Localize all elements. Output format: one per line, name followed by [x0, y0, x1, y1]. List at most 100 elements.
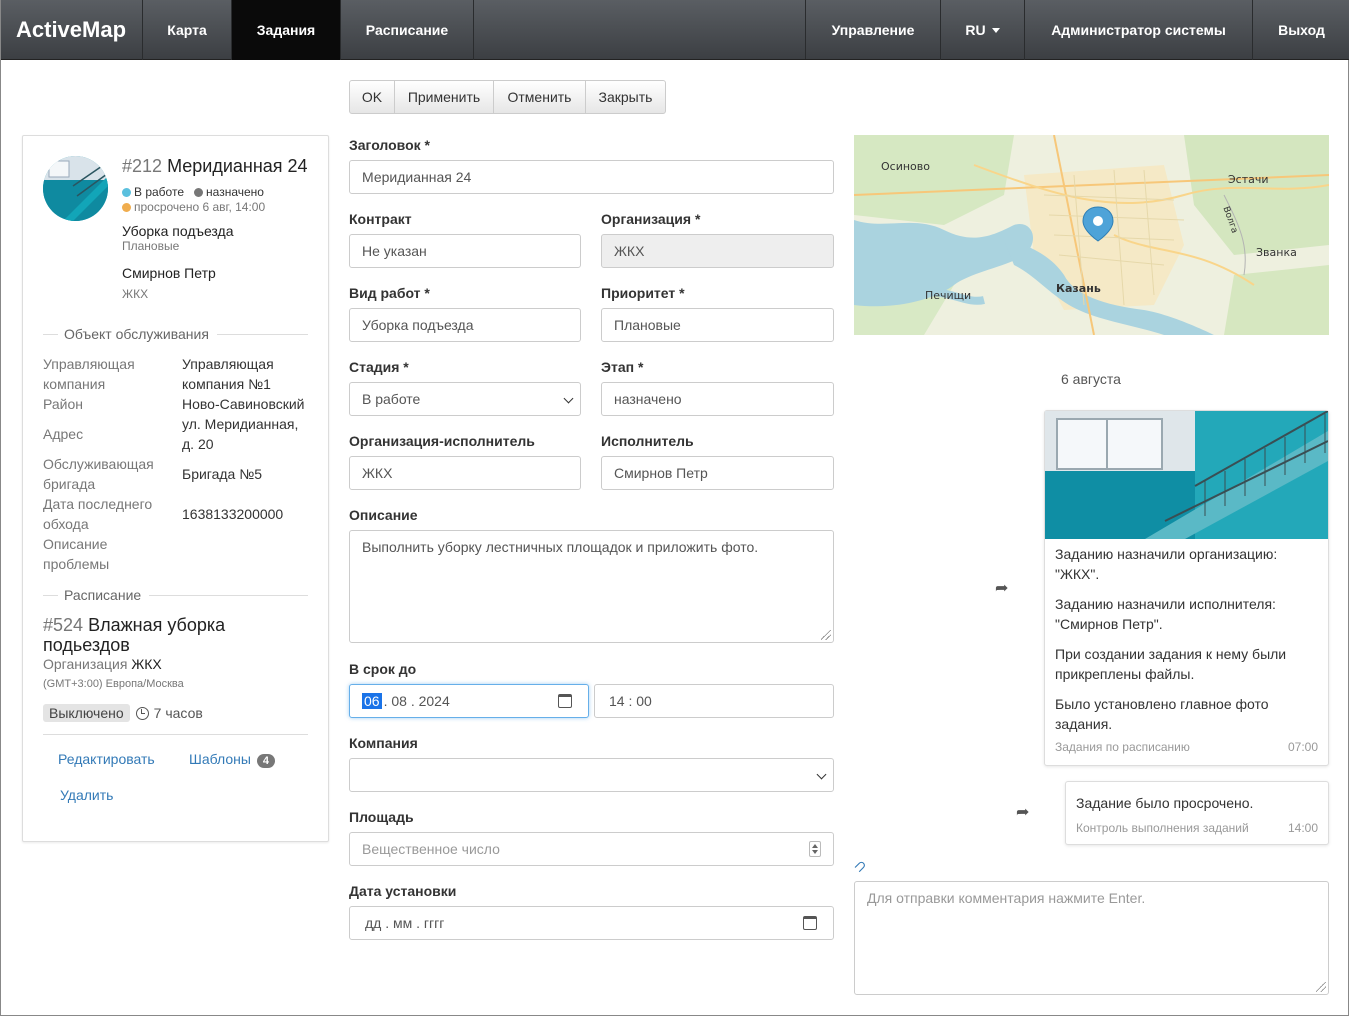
nav-admin[interactable]: Администратор системы: [1025, 0, 1253, 60]
last-visit-label: Дата последнего обхода: [43, 496, 153, 532]
message-source: Контроль выполнения заданий: [1076, 821, 1249, 835]
district-value: Ново-Савиновский: [182, 396, 305, 412]
share-icon[interactable]: ➦: [995, 578, 1008, 598]
area-input[interactable]: Вещественное число: [349, 832, 834, 866]
delete-schedule-link[interactable]: Удалить: [60, 787, 113, 803]
task-title: #212 Меридианная 24: [122, 156, 308, 177]
deadline-time-input[interactable]: 14 : 00: [594, 684, 834, 718]
stage-dot-icon: [122, 188, 131, 197]
step-label: Этап *: [601, 359, 644, 375]
problem-label: Описание проблемы: [43, 536, 110, 572]
message-line: Заданию назначили исполнителя: "Смирнов …: [1055, 596, 1276, 632]
task-location-map[interactable]: Осиново Эстачи Званка Печищи Казань Волг…: [854, 135, 1329, 335]
contract-input[interactable]: Не указан: [349, 234, 581, 268]
step-input[interactable]: назначено: [601, 382, 834, 416]
message-photo[interactable]: [1045, 411, 1328, 539]
brand-logo[interactable]: ActiveMap: [1, 0, 143, 60]
message-line: Заданию назначили организацию: "ЖКХ".: [1055, 546, 1278, 582]
schedule-title: #524 Влажная уборка подьездов: [43, 615, 303, 655]
object-section-header: Объект обслуживания: [43, 326, 308, 342]
close-button[interactable]: Закрыть: [586, 81, 665, 113]
templates-link-label: Шаблоны: [189, 751, 251, 767]
comment-textarea[interactable]: Для отправки комментария нажмите Enter.: [854, 881, 1329, 995]
timeline-message: Заданию назначили организацию: "ЖКХ". За…: [1044, 410, 1329, 766]
nav-tasks[interactable]: Задания: [232, 0, 341, 60]
chevron-down-icon: [563, 393, 574, 404]
last-visit-value: 1638133200000: [182, 506, 284, 522]
deadline-rest: . 08 . 2024: [383, 693, 450, 709]
divider: [43, 333, 58, 335]
brigade-value: Бригада №5: [182, 466, 263, 482]
description-textarea[interactable]: Выполнить уборку лестничных площадок и п…: [349, 530, 834, 643]
card-priority: Плановые: [122, 239, 180, 253]
task-photo-avatar[interactable]: [43, 156, 108, 221]
cancel-button[interactable]: Отменить: [494, 81, 586, 113]
worktype-label: Вид работ *: [349, 285, 430, 301]
task-title-text: Меридианная 24: [167, 156, 308, 176]
overdue-dot-icon: [122, 203, 131, 212]
stage-select-value: В работе: [362, 391, 421, 407]
install-date-input[interactable]: дд . мм . гггг: [349, 906, 834, 940]
ok-button[interactable]: OK: [350, 81, 395, 113]
nav-logout[interactable]: Выход: [1253, 0, 1349, 60]
priority-input[interactable]: Плановые: [601, 308, 834, 342]
nav-language[interactable]: RU: [941, 0, 1025, 60]
map-label-estachi: Эстачи: [1228, 173, 1269, 186]
install-date-label: Дата установки: [349, 883, 457, 899]
nav-map[interactable]: Карта: [143, 0, 232, 60]
card-executor: Смирнов Петр: [122, 265, 216, 281]
share-icon[interactable]: ➦: [1016, 802, 1029, 822]
resize-handle-icon[interactable]: [821, 630, 831, 640]
nav-management[interactable]: Управление: [806, 0, 941, 60]
task-summary-card: #212 Меридианная 24 В работе назначено п…: [22, 135, 329, 842]
stage-select[interactable]: В работе: [349, 382, 581, 416]
organization-label: Организация *: [601, 211, 701, 227]
step-text: назначено: [206, 185, 264, 199]
divider: [216, 333, 308, 335]
resize-handle-icon[interactable]: [1316, 982, 1326, 992]
divider: [43, 594, 58, 596]
schedule-section-header: Расписание: [43, 587, 308, 603]
deadline-label: В срок до: [349, 661, 417, 677]
edit-schedule-link[interactable]: Редактировать: [58, 751, 155, 767]
calendar-icon[interactable]: [558, 694, 572, 708]
divider: [149, 594, 308, 596]
schedule-state-badge: Выключено: [43, 704, 130, 722]
exec-org-input[interactable]: ЖКХ: [349, 456, 581, 490]
address-label: Адрес: [43, 426, 84, 442]
stage-text: В работе: [134, 185, 185, 199]
message-line: Было установлено главное фото задания.: [1055, 696, 1269, 732]
map-label-zvanka: Званка: [1256, 246, 1297, 259]
top-navbar: ActiveMap Карта Задания Расписание Управ…: [1, 0, 1349, 60]
timeline-date-header: 6 августа: [1061, 371, 1121, 387]
map-label-osinovo: Осиново: [881, 160, 930, 173]
object-section-title: Объект обслуживания: [64, 326, 209, 342]
executor-input[interactable]: Смирнов Петр: [601, 456, 834, 490]
clock-icon: [135, 706, 149, 720]
area-placeholder: Вещественное число: [362, 841, 500, 857]
deadline-date-input[interactable]: 06. 08 . 2024: [349, 684, 589, 718]
caret-down-icon: [991, 27, 1000, 33]
stage-label: Стадия *: [349, 359, 409, 375]
schedule-org-value: ЖКХ: [131, 656, 162, 672]
apply-button[interactable]: Применить: [395, 81, 494, 113]
company-select[interactable]: [349, 758, 834, 792]
worktype-input[interactable]: Уборка подъезда: [349, 308, 581, 342]
message-line: Задание было просрочено.: [1076, 795, 1254, 811]
number-spinner-icon[interactable]: [809, 841, 821, 857]
title-input[interactable]: Меридианная 24: [349, 160, 834, 194]
schedule-period: 7 часов: [153, 705, 203, 721]
card-work-type: Уборка подъезда: [122, 223, 234, 239]
executor-label: Исполнитель: [601, 433, 694, 449]
organization-input: ЖКХ: [601, 234, 834, 268]
schedule-section-title: Расписание: [64, 587, 142, 603]
schedule-org-label: Организация: [43, 656, 128, 672]
step-dot-icon: [194, 188, 204, 197]
templates-link[interactable]: Шаблоны 4: [189, 751, 276, 768]
calendar-icon[interactable]: [803, 916, 817, 930]
nav-schedule[interactable]: Расписание: [341, 0, 474, 60]
paperclip-icon[interactable]: ⊃: [849, 855, 871, 877]
schedule-timezone: (GMT+3:00) Европа/Москва: [43, 678, 184, 690]
map-label-kazan: Казань: [1056, 282, 1101, 295]
schedule-number: #524: [43, 615, 84, 635]
